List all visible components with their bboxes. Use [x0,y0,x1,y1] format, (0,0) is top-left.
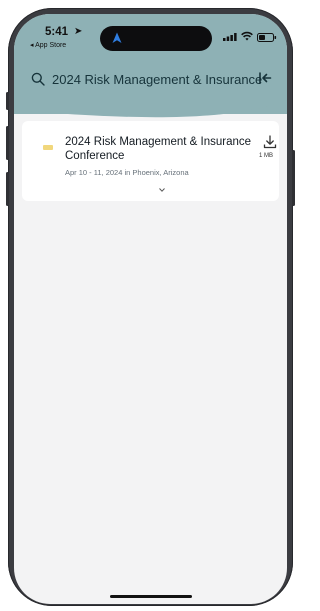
search-icon[interactable] [31,72,45,86]
side-button-power [292,150,295,206]
download-icon[interactable] [263,135,277,149]
back-to-app-store[interactable]: ◂ App Store [30,41,66,49]
side-button-volume-up [6,126,9,160]
wifi-icon [241,31,253,41]
battery-icon [257,33,277,42]
dynamic-island [100,26,212,51]
download-size: 1 MB [259,153,274,159]
location-arrow-icon: ➤ [74,26,83,37]
search-input[interactable]: 2024 Risk Management & Insurance [52,72,262,87]
navigation-icon [112,32,122,43]
side-button-volume-down [6,172,9,206]
collapse-sidebar-icon[interactable] [258,71,272,85]
result-card[interactable]: 2024 Risk Management & Insurance Confere… [22,121,279,201]
header-wave [14,86,287,118]
conference-thumbnail [43,145,53,150]
home-indicator[interactable] [110,595,192,598]
status-time: 5:41 [45,26,69,38]
cellular-signal-icon [223,33,237,41]
result-title[interactable]: 2024 Risk Management & Insurance Confere… [65,135,255,163]
phone-screen: 5:41 ➤ ◂ App Store 2024 Risk Management … [14,14,287,604]
chevron-down-icon[interactable] [159,188,165,192]
side-button-silent [6,92,9,110]
result-subtitle: Apr 10 - 11, 2024 in Phoenix, Arizona [65,168,189,177]
